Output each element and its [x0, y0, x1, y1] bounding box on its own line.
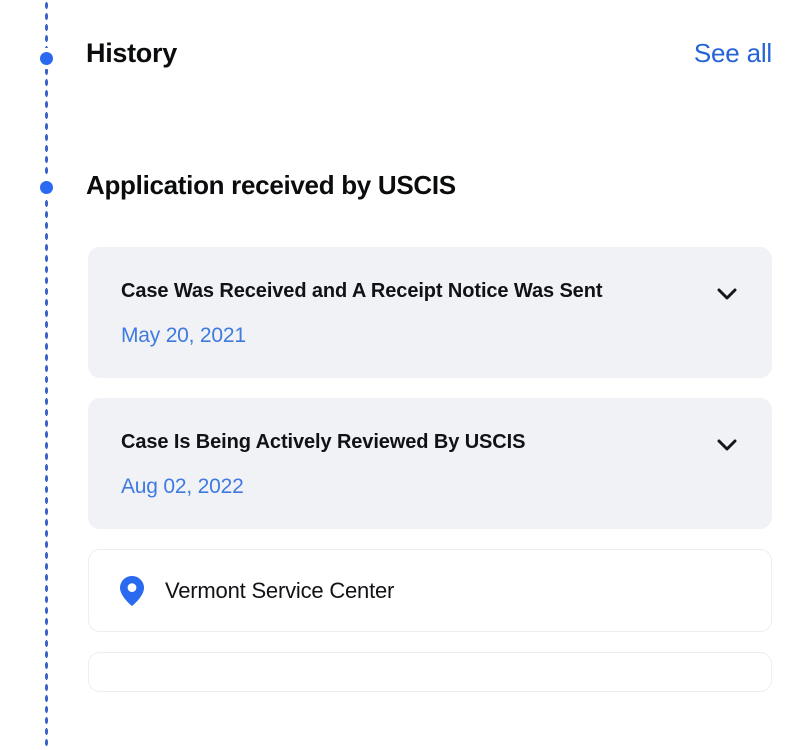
history-card-status[interactable]: Case Is Being Actively Reviewed By USCIS…: [88, 398, 772, 530]
history-timeline-page: History See all Application received by …: [0, 0, 810, 750]
card-body: Case Is Being Actively Reviewed By USCIS…: [88, 398, 772, 529]
history-card-next-partial[interactable]: [88, 652, 772, 693]
history-card-list: Case Was Received and A Receipt Notice W…: [88, 247, 772, 693]
timeline-node-application-received: [40, 181, 53, 194]
card-body: Vermont Service Center: [89, 550, 771, 631]
history-header: History See all: [86, 38, 772, 69]
history-card-status[interactable]: Case Was Received and A Receipt Notice W…: [88, 247, 772, 379]
timeline-rail: [40, 0, 54, 750]
card-location-label: Vermont Service Center: [165, 578, 395, 604]
section-heading: Application received by USCIS: [86, 170, 456, 200]
card-date: Aug 02, 2022: [121, 475, 244, 499]
page-title: History: [86, 38, 177, 68]
card-title: Case Was Received and A Receipt Notice W…: [121, 280, 603, 302]
see-all-link[interactable]: See all: [694, 38, 772, 69]
history-card-location[interactable]: Vermont Service Center: [88, 549, 772, 633]
timeline-dotted-line: [44, 0, 49, 750]
chevron-down-icon[interactable]: [716, 283, 738, 305]
chevron-down-icon[interactable]: [716, 434, 738, 456]
card-date: May 20, 2021: [121, 324, 246, 348]
card-body: Case Was Received and A Receipt Notice W…: [88, 247, 772, 378]
map-pin-icon: [119, 575, 145, 607]
timeline-node-history: [40, 52, 53, 65]
card-title: Case Is Being Actively Reviewed By USCIS: [121, 431, 526, 454]
